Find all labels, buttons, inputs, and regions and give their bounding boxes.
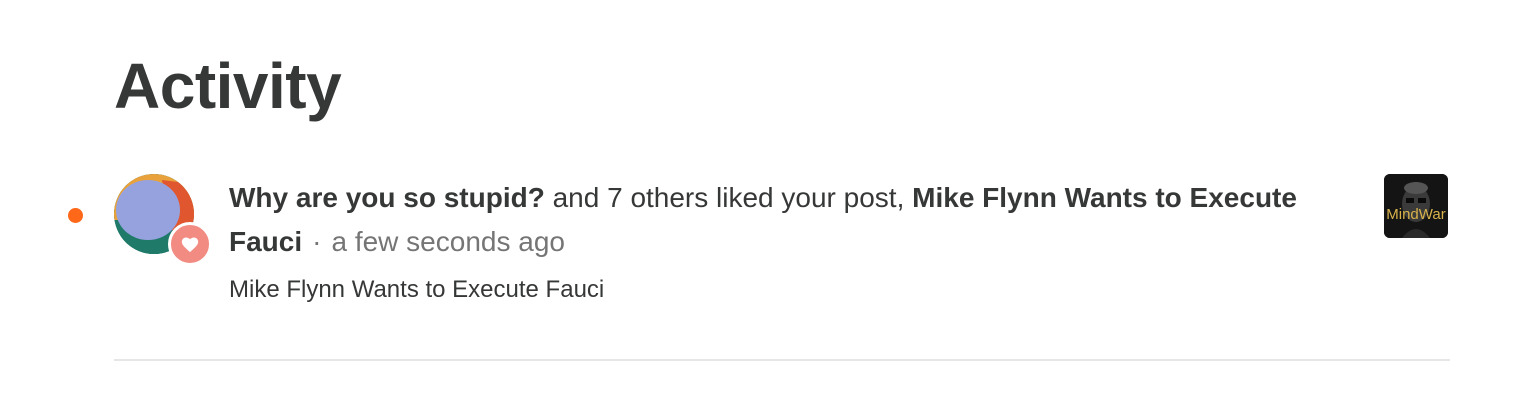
heart-icon (168, 222, 212, 266)
timestamp: a few seconds ago (331, 226, 565, 257)
post-thumbnail[interactable]: MindWar (1384, 174, 1448, 238)
liker-name-link[interactable]: Why are you so stupid? (229, 182, 545, 213)
separator-dot: · (312, 226, 322, 257)
activity-list-item[interactable]: Why are you so stupid? and 7 others like… (60, 168, 1460, 318)
activity-action-text: and 7 others liked your post, (544, 182, 913, 213)
unread-indicator (68, 208, 83, 223)
activity-subtitle: Mike Flynn Wants to Execute Fauci (229, 276, 605, 303)
activity-headline: Why are you so stupid? and 7 others like… (229, 176, 1329, 264)
page-title: Activity (114, 50, 342, 122)
mindwar-logo-text: MindWar (1386, 206, 1445, 223)
activity-content: Why are you so stupid? and 7 others like… (229, 176, 1329, 306)
activity-page: Activity Why are you so stupid? and 7 ot… (0, 0, 1527, 407)
divider (114, 359, 1450, 361)
avatar-group[interactable] (114, 174, 212, 266)
